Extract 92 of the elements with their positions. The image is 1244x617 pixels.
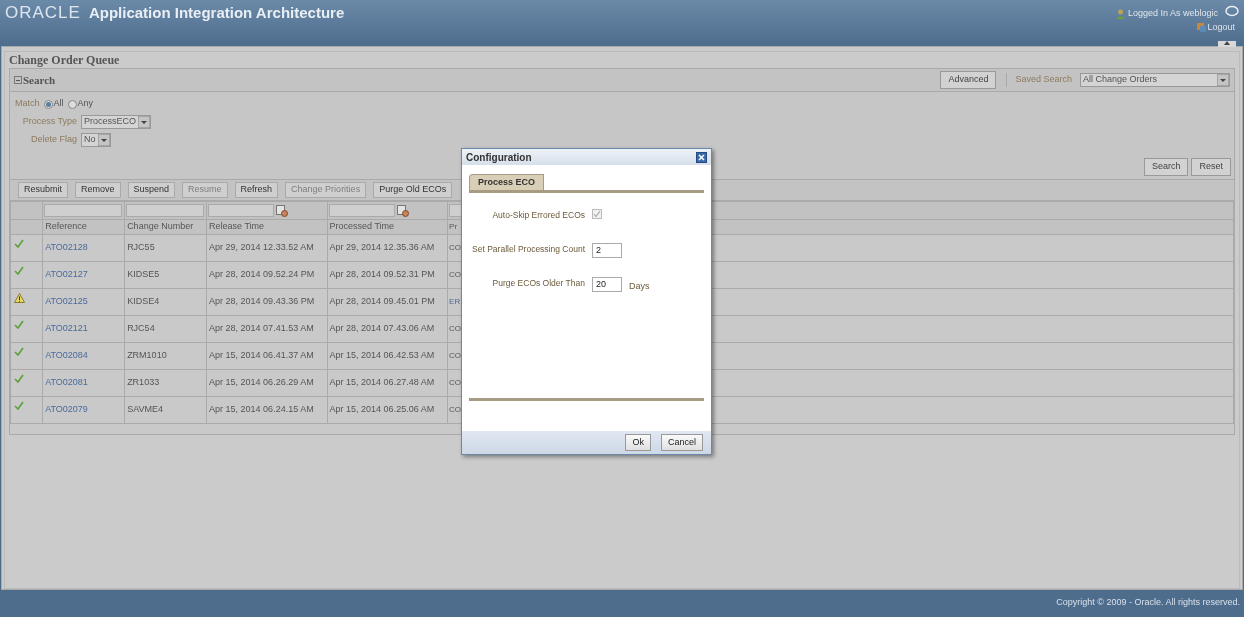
table-cell: Apr 15, 2014 06.26.29 AM <box>209 377 314 388</box>
table-cell: Apr 15, 2014 06.41.37 AM <box>209 350 314 361</box>
logo-text: ORACLE <box>5 3 81 23</box>
ring-icon <box>1225 4 1239 17</box>
table-cell: CO <box>449 351 462 360</box>
app-title: Application Integration Architecture <box>88 3 345 23</box>
table-cell: Apr 28, 2014 07.43.06 AM <box>329 323 435 334</box>
table-cell: KIDSE5 <box>127 269 160 280</box>
field-label: Process Type <box>21 115 77 129</box>
warning-icon <box>14 293 25 303</box>
field-label: Delete Flag <box>29 133 77 147</box>
column-header: Reference <box>45 221 87 232</box>
table-cell: Apr 28, 2014 07.41.53 AM <box>209 323 314 334</box>
calendar-icon <box>396 204 409 217</box>
table-cell: Apr 28, 2014 09.52.31 PM <box>329 269 435 280</box>
table-cell: Apr 15, 2014 06.27.48 AM <box>329 377 435 388</box>
table-cell: CO <box>449 243 462 252</box>
search-button[interactable]: Reset <box>1191 158 1231 176</box>
check-icon <box>14 401 24 410</box>
table-cell: Apr 28, 2014 09.45.01 PM <box>329 296 435 307</box>
radio-option[interactable]: Any <box>67 97 94 111</box>
filter-field[interactable] <box>126 204 205 217</box>
calendar-icon <box>276 204 289 217</box>
saved-search-dropdown[interactable]: All Change Orders <box>1080 73 1230 87</box>
dialog-button[interactable]: Ok <box>625 434 651 451</box>
table-cell: ZRM1010 <box>127 350 167 361</box>
table-cell: Apr 15, 2014 06.25.06 AM <box>329 404 435 415</box>
column-header: Change Number <box>127 221 194 232</box>
page-title: Change Order Queue <box>9 52 121 68</box>
up-arrow-icon <box>1224 41 1230 45</box>
user-icon <box>1115 8 1125 19</box>
toolbar-button[interactable]: Refresh <box>234 182 279 198</box>
dropdown-icon <box>97 134 110 146</box>
table-cell: Apr 15, 2014 06.42.53 AM <box>329 350 435 361</box>
check-icon <box>14 266 24 275</box>
collapse-tab[interactable] <box>1218 41 1236 47</box>
tab[interactable]: Process ECO <box>469 174 545 190</box>
field-label: Set Parallel Processing Count <box>471 243 585 256</box>
close-icon <box>698 153 705 161</box>
logged-in-text: Logged In As weblogic <box>1127 7 1218 20</box>
logout-icon <box>1197 22 1207 32</box>
check-icon <box>14 374 24 383</box>
search-title: Search <box>23 72 56 88</box>
dialog-title: Configuration <box>466 150 532 165</box>
column-header: Pr <box>449 222 458 231</box>
table-cell: SAVME4 <box>127 404 163 415</box>
select-field[interactable]: ProcessECO <box>81 115 151 129</box>
filter-field[interactable] <box>44 204 123 217</box>
input-field[interactable]: 20 <box>592 277 622 292</box>
toolbar-button[interactable]: Purge Old ECOs <box>373 182 453 198</box>
table-cell: CO <box>449 405 462 414</box>
table-cell: RJC55 <box>127 242 155 253</box>
table-cell: Apr 29, 2014 12.35.36 AM <box>329 242 435 253</box>
column-header: Processed Time <box>329 221 395 232</box>
field-label: Auto-Skip Errored ECOs <box>491 209 585 222</box>
filter-field[interactable] <box>208 204 275 217</box>
input-field[interactable]: 2 <box>592 243 622 258</box>
toolbar-button[interactable]: Resubmit <box>18 182 68 198</box>
table-cell: RJC54 <box>127 323 155 334</box>
toolbar-button[interactable]: Suspend <box>127 182 176 198</box>
toolbar-button[interactable]: Remove <box>75 182 121 198</box>
table-cell: Apr 28, 2014 09.43.36 PM <box>209 296 315 307</box>
unit-label: Days <box>629 280 650 293</box>
table-cell: Apr 15, 2014 06.24.15 AM <box>209 404 314 415</box>
check-icon <box>14 347 24 356</box>
logout-link[interactable]: Logout <box>1197 20 1235 34</box>
dialog-button[interactable]: Cancel <box>661 434 703 451</box>
table-cell: CO <box>449 270 462 279</box>
select-field[interactable]: No <box>81 133 111 147</box>
copyright-text: Copyright © 2009 - Oracle. All rights reserved. <box>1056 596 1240 610</box>
column-header: Release Time <box>209 221 265 232</box>
advanced-button[interactable]: Advanced <box>940 71 997 89</box>
table-cell: CO <box>449 324 462 333</box>
table-cell: KIDSE4 <box>127 296 160 307</box>
match-label: Match <box>15 97 40 111</box>
collapse-icon[interactable] <box>14 76 22 84</box>
close-button[interactable] <box>696 151 707 163</box>
table-cell: Apr 28, 2014 09.52.24 PM <box>209 269 315 280</box>
check-icon <box>14 320 24 329</box>
table-link[interactable]: ER <box>449 297 461 306</box>
search-button[interactable]: Search <box>1143 158 1189 176</box>
field-label: Purge ECOs Older Than <box>491 277 585 290</box>
table-cell: ZR1033 <box>127 377 160 388</box>
saved-search-label: Saved Search <box>1015 73 1072 87</box>
check-icon <box>593 210 601 218</box>
table-cell: CO <box>449 378 462 387</box>
table-cell: Apr 29, 2014 12.33.52 AM <box>209 242 314 253</box>
dropdown-icon <box>1217 74 1229 86</box>
filter-field[interactable] <box>328 204 395 217</box>
check-icon <box>14 239 24 248</box>
radio-option[interactable]: All <box>43 97 64 111</box>
dropdown-icon <box>138 116 150 128</box>
